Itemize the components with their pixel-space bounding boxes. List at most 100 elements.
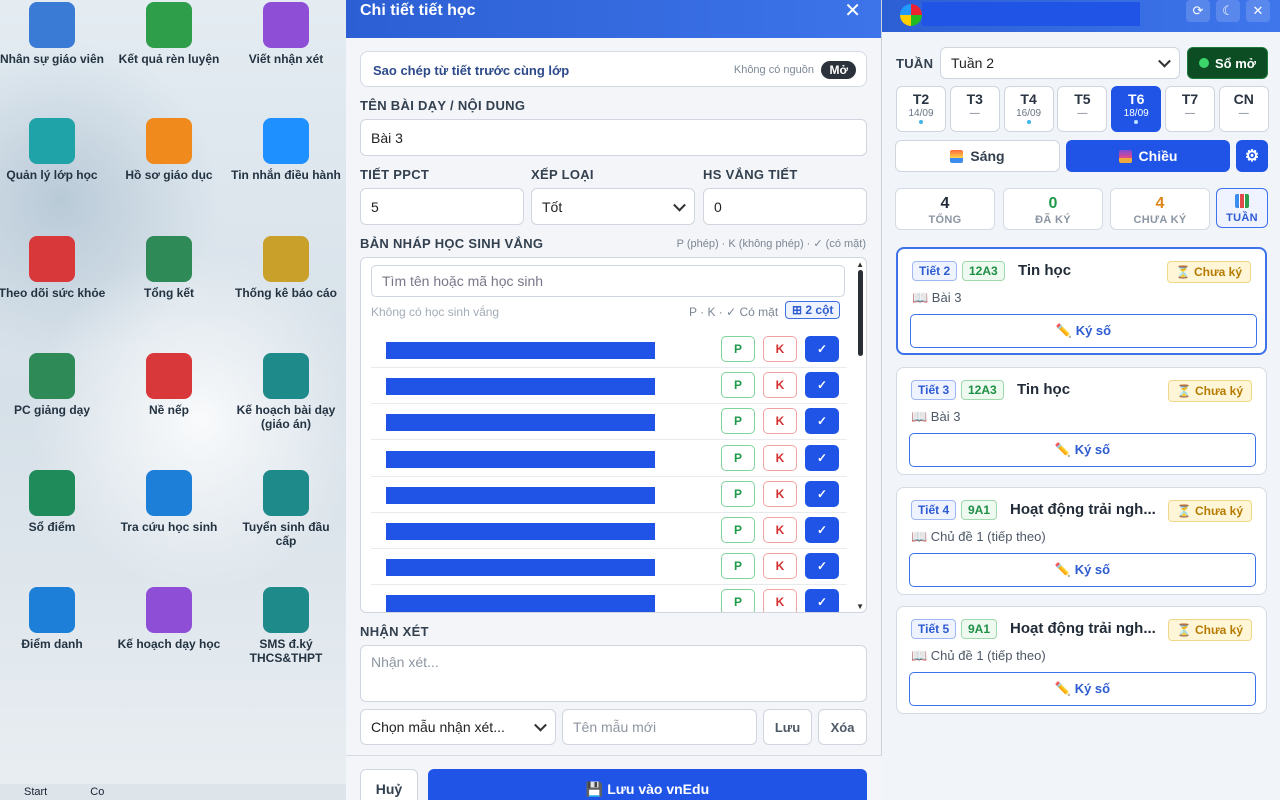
desktop-icon[interactable]: Tin nhắn điều hành [231, 118, 341, 182]
class-tag: 12A3 [961, 380, 1004, 400]
unpermitted-absence-button[interactable]: K [763, 336, 797, 362]
digital-sign-button[interactable]: ✏️ Ký số [909, 553, 1256, 587]
delete-template-button[interactable]: Xóa [818, 709, 867, 745]
afternoon-button[interactable]: Chiều [1066, 140, 1230, 172]
template-name-input[interactable]: Tên mẫu mới [562, 709, 757, 745]
cancel-button[interactable]: Huỷ [360, 769, 418, 800]
day-tab[interactable]: T4 16/09 [1003, 86, 1054, 132]
present-checkbox[interactable]: ✓ [805, 589, 839, 612]
day-tab[interactable]: T7— [1165, 86, 1215, 132]
taskbar-item[interactable]: Co [90, 786, 104, 798]
desktop-icon-label: Tuyển sinh đầu cấp [242, 520, 330, 548]
list-scrollbar[interactable] [858, 270, 863, 356]
desktop-icon[interactable]: Kế hoạch dạy học [114, 587, 224, 651]
template-select-value: Chọn mẫu nhận xét... [371, 719, 505, 735]
moon-icon[interactable]: ☾ [1216, 0, 1240, 22]
start-button[interactable]: Start [24, 786, 47, 798]
copy-open-button[interactable]: Mở [821, 61, 856, 79]
day-tab[interactable]: T3— [949, 86, 1000, 132]
stat-signed-value: 0 [1048, 195, 1058, 212]
unpermitted-absence-button[interactable]: K [763, 517, 797, 543]
sunset-icon [1118, 149, 1132, 163]
lesson-name-input[interactable]: Bài 3 [360, 119, 867, 156]
desktop-icon[interactable]: Quản lý lớp học [0, 118, 107, 182]
scroll-up-icon[interactable]: ▲ [856, 260, 864, 269]
lesson-name: 📖 Bài 3 [911, 409, 961, 424]
desktop-icon[interactable]: SMS đ.ký THCS&THPT [231, 587, 341, 665]
unpermitted-absence-button[interactable]: K [763, 480, 797, 507]
present-checkbox[interactable]: ✓ [805, 480, 839, 507]
save-vnedu-button[interactable]: 💾 Lưu vào vnEdu [428, 769, 867, 800]
morning-button[interactable]: Sáng [895, 140, 1060, 172]
permitted-absence-button[interactable]: P [721, 408, 755, 435]
permitted-absence-button[interactable]: P [721, 480, 755, 507]
day-tab[interactable]: T6 18/09 [1111, 86, 1162, 132]
desktop-icon[interactable]: Tra cứu học sinh [114, 470, 224, 534]
unpermitted-absence-button[interactable]: K [763, 553, 797, 580]
period-card[interactable]: Tiết 3 12A3 Tin học ⏳ Chưa ký 📖 Bài 3 ✏️ Ký s… [896, 367, 1267, 475]
period-card[interactable]: Tiết 2 12A3 Tin học ⏳ Chưa ký 📖 Bài 3 ✏️ Ký s… [896, 247, 1267, 355]
day-tab[interactable]: T2 14/09 [896, 86, 946, 132]
desktop-icon[interactable]: Kết quả rèn luyện [114, 2, 224, 66]
day-date: — [1077, 108, 1088, 119]
present-checkbox[interactable]: ✓ [805, 372, 839, 399]
period-card[interactable]: Tiết 5 9A1 Hoạt động trải ngh... ⏳ Chưa ký 📖… [896, 606, 1267, 714]
desktop-icon[interactable]: Sổ điểm [0, 470, 107, 534]
present-checkbox[interactable]: ✓ [805, 336, 839, 362]
close-icon[interactable]: ✕ [844, 0, 861, 22]
close-icon[interactable]: ✕ [1246, 0, 1270, 22]
comment-template-select[interactable]: Chọn mẫu nhận xét... [360, 709, 556, 745]
present-checkbox[interactable]: ✓ [805, 444, 839, 471]
desktop-icon[interactable]: Kế hoạch bài dạy (giáo án) [231, 353, 341, 431]
open-book-button[interactable]: Sổ mở [1187, 47, 1268, 79]
absent-count-input[interactable]: 0 [703, 188, 867, 225]
week-stats-button[interactable]: TUẦN [1216, 188, 1268, 228]
unpermitted-absence-button[interactable]: K [763, 589, 797, 612]
refresh-icon[interactable]: ⟳ [1186, 0, 1210, 22]
desktop-icon[interactable]: Tổng kết [114, 236, 224, 300]
permitted-absence-button[interactable]: P [721, 517, 755, 543]
desktop-icon[interactable]: Nề nếp [114, 353, 224, 417]
present-checkbox[interactable]: ✓ [805, 553, 839, 580]
day-date: — [1185, 108, 1195, 119]
period-tag: Tiết 4 [911, 500, 957, 520]
digital-sign-button[interactable]: ✏️ Ký số [909, 672, 1256, 706]
unpermitted-absence-button[interactable]: K [763, 408, 797, 435]
desktop-icon[interactable]: PC giảng dạy [0, 353, 107, 417]
digital-sign-button[interactable]: ✏️ Ký số [909, 433, 1256, 467]
present-checkbox[interactable]: ✓ [805, 408, 839, 435]
unpermitted-absence-button[interactable]: K [763, 372, 797, 399]
comment-textarea[interactable]: Nhận xét... [360, 645, 867, 702]
student-search-input[interactable]: Tìm tên hoặc mã học sinh [371, 265, 845, 297]
permitted-absence-button[interactable]: P [721, 444, 755, 471]
period-card[interactable]: Tiết 4 9A1 Hoạt động trải ngh... ⏳ Chưa ký 📖… [896, 487, 1267, 595]
open-book-label: Sổ mở [1214, 55, 1257, 71]
desktop-icon[interactable]: Nhân sự giáo viên [0, 2, 107, 66]
day-name: T5 [1074, 91, 1091, 107]
present-checkbox[interactable]: ✓ [805, 517, 839, 543]
rank-value: Tốt [542, 198, 563, 215]
unpermitted-absence-button[interactable]: K [763, 444, 797, 471]
desktop-icon[interactable]: Tuyển sinh đầu cấp [231, 470, 341, 548]
desktop-icon[interactable]: Viết nhận xét [231, 2, 341, 66]
permitted-absence-button[interactable]: P [721, 372, 755, 399]
desktop-icon[interactable]: Thống kê báo cáo [231, 236, 341, 300]
ppct-input[interactable]: 5 [360, 188, 524, 225]
save-template-button[interactable]: Lưu [763, 709, 812, 745]
day-tab[interactable]: T5— [1057, 86, 1108, 132]
permitted-absence-button[interactable]: P [721, 336, 755, 362]
rank-select[interactable]: Tốt [531, 188, 695, 225]
week-value: Tuần 2 [951, 55, 995, 71]
permitted-absence-button[interactable]: P [721, 589, 755, 612]
two-column-toggle[interactable]: ⊞ 2 cột [785, 301, 841, 319]
desktop-icon-label: Kết quả rèn luyện [118, 52, 220, 66]
scroll-down-icon[interactable]: ▼ [856, 602, 864, 611]
permitted-absence-button[interactable]: P [721, 553, 755, 580]
desktop-icon[interactable]: Điểm danh [0, 587, 107, 651]
day-tab[interactable]: CN — [1218, 86, 1269, 132]
desktop-icon[interactable]: Hồ sơ giáo dục [114, 118, 224, 182]
digital-sign-button[interactable]: ✏️ Ký số [910, 314, 1257, 348]
week-select[interactable]: Tuần 2 [940, 47, 1180, 79]
gear-icon[interactable]: ⚙ [1236, 140, 1268, 172]
desktop-icon[interactable]: Theo dõi sức khỏe [0, 236, 107, 300]
